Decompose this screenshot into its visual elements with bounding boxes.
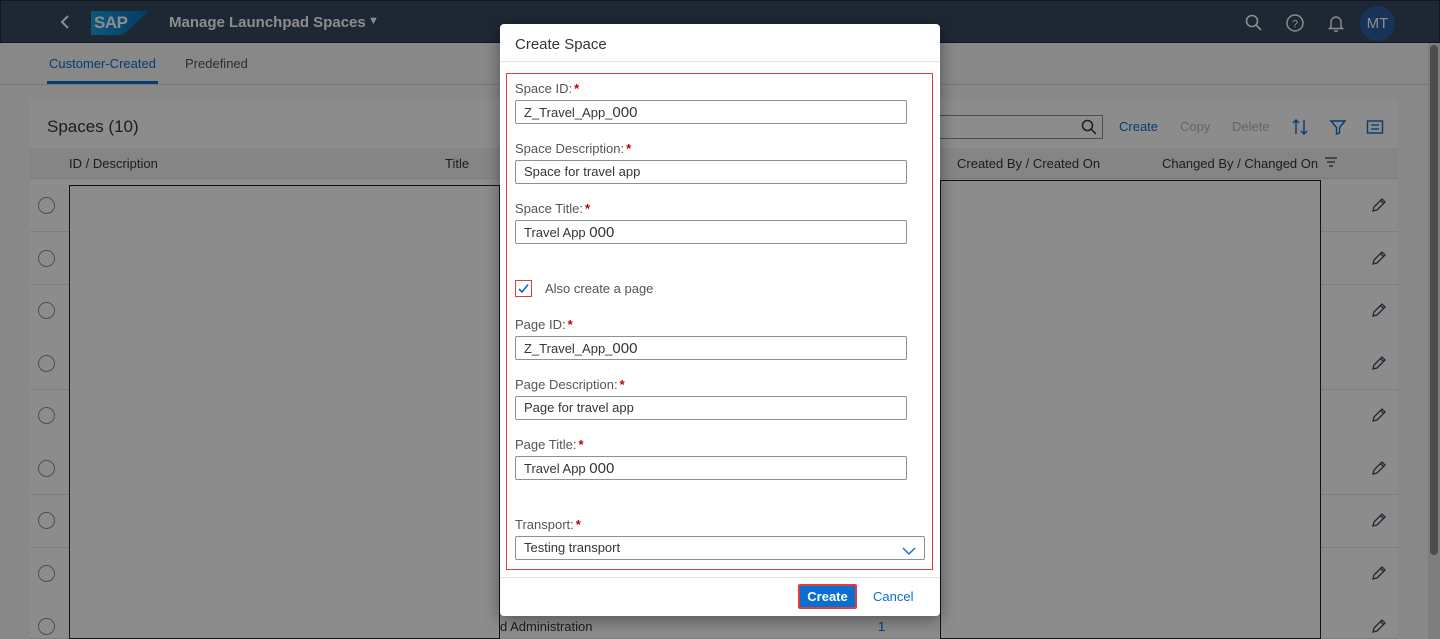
page-title-label: Page Title: * bbox=[515, 437, 584, 452]
page-title-input[interactable]: Travel App 000 bbox=[515, 456, 907, 480]
page-description-input[interactable]: Page for travel app bbox=[515, 396, 907, 420]
chevron-down-icon[interactable] bbox=[902, 543, 916, 555]
space-id-label: Space ID: * bbox=[515, 81, 580, 96]
page-description-label: Page Description: * bbox=[515, 377, 625, 392]
space-id-input[interactable]: Z_Travel_App_000 bbox=[515, 100, 907, 124]
dialog-header: Create Space bbox=[500, 24, 940, 62]
page-id-input[interactable]: Z_Travel_App_000 bbox=[515, 336, 907, 360]
space-title-label: Space Title: * bbox=[515, 201, 590, 216]
dialog-title: Create Space bbox=[515, 36, 607, 53]
also-create-page-checkbox[interactable] bbox=[515, 280, 532, 297]
space-description-input[interactable]: Space for travel app bbox=[515, 160, 907, 184]
create-space-dialog: Create Space Space ID: * Z_Travel_App_000… bbox=[500, 24, 940, 616]
create-button[interactable]: Create bbox=[798, 584, 857, 609]
transport-select[interactable]: Testing transport bbox=[515, 536, 925, 560]
space-description-label: Space Description: * bbox=[515, 141, 632, 156]
cancel-button[interactable]: Cancel bbox=[873, 589, 913, 604]
page-id-label: Page ID: * bbox=[515, 317, 573, 332]
also-create-page-label[interactable]: Also create a page bbox=[545, 281, 653, 296]
transport-label: Transport: * bbox=[515, 517, 581, 532]
space-title-input[interactable]: Travel App 000 bbox=[515, 220, 907, 244]
